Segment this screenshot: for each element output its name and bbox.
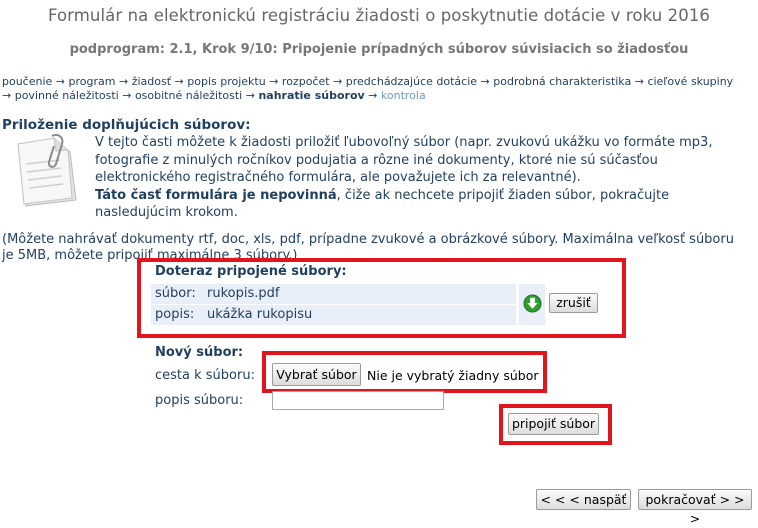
page-title: Formulár na elektronickú registráciu žia…	[47, 6, 711, 25]
breadcrumb-step-povinne-nalezitosti[interactable]: povinné náležitosti	[15, 89, 119, 102]
document-with-paperclip-icon	[17, 134, 77, 207]
breadcrumb-arrow: →	[2, 89, 12, 102]
continue-button[interactable]: pokračovať > > >	[638, 489, 752, 526]
breadcrumb-step-program[interactable]: program	[69, 75, 116, 88]
breadcrumb-step-pouvenie[interactable]: poučenie	[2, 75, 52, 88]
breadcrumb-step-popis-projektu[interactable]: popis projektu	[187, 75, 265, 88]
new-file-heading: Nový súbor:	[155, 345, 244, 360]
download-arrow-icon[interactable]	[523, 294, 542, 313]
attached-desc-row: popis: ukážka rukopisu	[151, 305, 516, 325]
attached-desc-label: popis:	[155, 307, 195, 322]
attached-file-name: rukopis.pdf	[207, 286, 280, 301]
breadcrumb: poučenie → program → žiadosť → popis pro…	[2, 75, 742, 103]
breadcrumb-arrow: →	[269, 75, 279, 88]
breadcrumb-step-predchadzajuce-dotacie[interactable]: predchádzajúce dotácie	[346, 75, 477, 88]
breadcrumb-arrow: →	[55, 75, 66, 88]
remove-file-button[interactable]: zrušiť	[549, 293, 598, 313]
attach-file-button[interactable]: pripojiť súbor	[508, 413, 599, 435]
choose-file-button[interactable]: Vybrať súbor	[272, 363, 361, 386]
breadcrumb-step-kontrola: kontrola	[380, 89, 426, 102]
breadcrumb-arrow: →	[333, 75, 343, 88]
breadcrumb-arrow: →	[118, 75, 129, 88]
back-button[interactable]: < < < naspäť	[536, 489, 631, 510]
breadcrumb-step-rozpocet[interactable]: rozpočet	[282, 75, 330, 88]
breadcrumb-arrow: →	[480, 75, 490, 88]
no-file-selected-text: Nie je vybratý žiadny súbor	[367, 368, 539, 383]
breadcrumb-arrow: →	[245, 89, 255, 102]
page-subtitle: podprogram: 2.1, Krok 9/10: Pripojenie p…	[69, 42, 689, 57]
breadcrumb-arrow: →	[634, 75, 644, 88]
breadcrumb-step-current: nahratie súborov	[258, 89, 365, 102]
attached-file-label: súbor:	[155, 286, 196, 301]
breadcrumb-arrow: →	[368, 89, 378, 102]
breadcrumb-arrow: →	[122, 89, 132, 102]
breadcrumb-step-cielove-skupiny[interactable]: cieľové skupiny	[647, 75, 733, 88]
file-path-label: cesta k súboru:	[155, 368, 255, 383]
attached-desc-value: ukážka rukopisu	[207, 307, 313, 322]
section-intro: V tejto časti môžete k žiadosti priložiť…	[95, 134, 745, 222]
breadcrumb-arrow: →	[174, 75, 184, 88]
breadcrumb-step-ziadost[interactable]: žiadosť	[132, 75, 171, 88]
intro-text: V tejto časti môžete k žiadosti priložiť…	[95, 135, 713, 185]
section-heading: Priloženie doplňujúcich súborov:	[2, 117, 251, 133]
attached-file-row: súbor: rukopis.pdf	[151, 284, 516, 304]
attached-files-heading: Doteraz pripojené súbory:	[155, 264, 347, 279]
intro-optional-notice: Táto časť formulára je nepovinná	[95, 187, 337, 203]
breadcrumb-step-podrobna-charakteristika[interactable]: podrobná charakteristika	[493, 75, 631, 88]
file-description-label: popis súboru:	[155, 393, 244, 408]
file-description-input[interactable]	[272, 391, 444, 410]
breadcrumb-step-osobitne-nalezitosti[interactable]: osobitné náležitosti	[135, 89, 242, 102]
